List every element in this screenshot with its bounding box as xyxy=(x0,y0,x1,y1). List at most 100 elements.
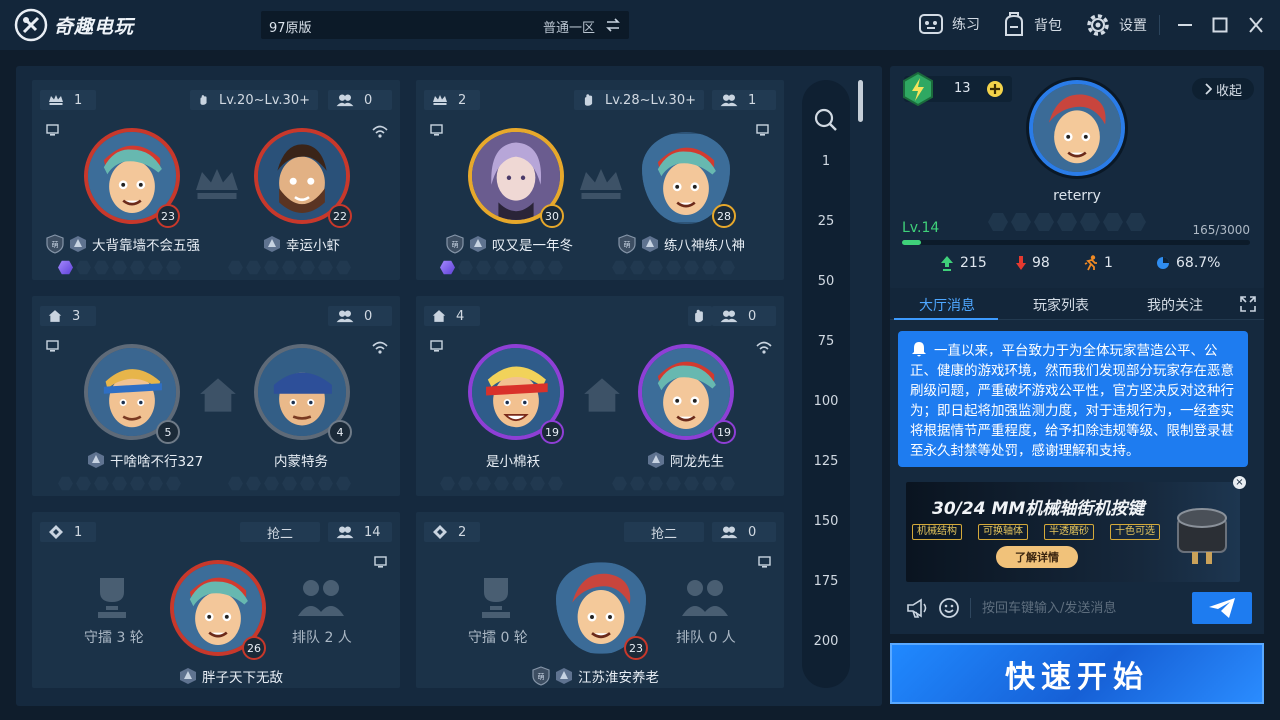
ad-title: 30/24 MM机械轴街机按键 xyxy=(932,499,1145,519)
tab-my-follows[interactable]: 我的关注 xyxy=(1147,295,1203,315)
search-icon[interactable] xyxy=(814,108,838,132)
energy-box: 13 xyxy=(903,72,1012,106)
player-name-row: 内蒙特务 xyxy=(274,450,328,470)
room-lobby: 1 Lv.20~Lv.30+ 0 23 22 大背靠墙不会五强 幸运小虾 2 L… xyxy=(16,66,882,706)
bag-label: 背包 xyxy=(1034,18,1062,34)
room-card[interactable]: 3 0 5 4 干啥啥不行327 内蒙特务 xyxy=(32,296,400,496)
tab-player-list[interactable]: 玩家列表 xyxy=(1033,295,1089,315)
exp-progress-fill xyxy=(902,240,922,245)
rank-icon xyxy=(642,236,658,252)
expand-icon[interactable] xyxy=(1240,296,1256,312)
house-icon xyxy=(200,378,236,412)
player-name-row: 叹又是一年冬 xyxy=(446,234,573,254)
system-notice: 一直以来，平台致力于为全体玩家营造公平、公正、健康的游戏环境，然而我们发现部分玩… xyxy=(898,331,1248,467)
settings-label: 设置 xyxy=(1119,18,1147,34)
chat-tabs: 大厅消息 玩家列表 我的关注 xyxy=(890,288,1264,320)
scrollbar-thumb[interactable] xyxy=(858,80,863,122)
ad-close-button[interactable]: × xyxy=(1233,476,1246,489)
minimize-icon[interactable] xyxy=(1177,15,1193,35)
room-header: 1 抢二 14 xyxy=(40,522,392,544)
server-selector[interactable]: 97原版 普通一区 xyxy=(261,11,629,39)
monitor-icon xyxy=(756,124,769,137)
energy-count: 13 xyxy=(954,81,971,96)
collapse-label: 收起 xyxy=(1215,83,1242,99)
room-card[interactable]: 2 Lv.28~Lv.30+ 1 30 28 叹又是一年冬 练八神练八神 xyxy=(416,80,784,280)
player-level-badge: 19 xyxy=(712,420,736,444)
wins-stat: 215 xyxy=(940,255,987,271)
rank-icon xyxy=(648,452,664,468)
close-icon[interactable] xyxy=(1248,15,1264,35)
server-zone: 普通一区 xyxy=(542,21,595,36)
level-filter-option[interactable]: 25 xyxy=(802,214,850,229)
send-button[interactable] xyxy=(1192,592,1252,624)
level-filter-option[interactable]: 50 xyxy=(802,274,850,289)
spectator-pill: 14 xyxy=(328,522,392,542)
monitor-icon xyxy=(46,124,59,137)
room-number: 2 xyxy=(458,524,467,540)
pie-icon xyxy=(1157,257,1169,269)
losses-stat: 98 xyxy=(1016,255,1050,271)
tab-lobby-messages[interactable]: 大厅消息 xyxy=(919,295,975,315)
quick-start-button[interactable]: 快速开始 xyxy=(890,643,1264,704)
chat-input[interactable] xyxy=(982,596,1182,620)
rank-icon xyxy=(70,236,86,252)
room-card[interactable]: 4 0 19 19 是小棉袄 阿龙先生 xyxy=(416,296,784,496)
ad-tag: 机械结构 xyxy=(912,524,962,540)
rank-icon xyxy=(470,236,486,252)
my-avatar[interactable] xyxy=(1029,80,1125,176)
level-filter-option[interactable]: 1 xyxy=(802,154,850,169)
player-level-badge: 30 xyxy=(540,204,564,228)
ad-learn-more-button[interactable]: 了解详情 xyxy=(996,546,1078,568)
my-level: Lv.14 xyxy=(902,220,940,236)
settings-button[interactable]: 设置 xyxy=(1085,12,1147,38)
monitor-icon xyxy=(430,124,443,137)
room-number-pill: 2 xyxy=(424,522,480,542)
ad-tag: 半透磨砂 xyxy=(1044,524,1094,540)
emoji-icon[interactable] xyxy=(938,597,960,619)
practice-button[interactable]: 练习 xyxy=(918,12,980,36)
level-filter-option[interactable]: 100 xyxy=(802,394,850,409)
input-divider xyxy=(970,598,971,618)
level-filter-option[interactable]: 200 xyxy=(802,634,850,649)
trophy-icon xyxy=(98,578,126,618)
app-logo: 奇趣电玩 xyxy=(14,8,134,42)
room-card[interactable]: 2 抢二 0 守擂 0 轮 23 排队 0 人 江苏淮安养老 xyxy=(416,512,784,688)
ad-banner[interactable]: 30/24 MM机械轴街机按键 机械结构 可换轴体 半透磨砂 十色可选 了解详情 xyxy=(906,482,1240,582)
level-filter-option[interactable]: 150 xyxy=(802,514,850,529)
megaphone-icon[interactable] xyxy=(906,598,928,618)
room-card[interactable]: 1 抢二 14 守擂 3 轮 26 排队 2 人 胖子天下无敌 xyxy=(32,512,400,688)
player-level-badge: 23 xyxy=(156,204,180,228)
spectator-count: 0 xyxy=(364,308,373,324)
crown-icon xyxy=(433,95,447,105)
ad-tag: 十色可选 xyxy=(1110,524,1160,540)
badge-row xyxy=(58,476,181,491)
add-energy-icon[interactable] xyxy=(986,80,1004,98)
ad-tag: 可换轴体 xyxy=(978,524,1028,540)
level-filter-option[interactable]: 75 xyxy=(802,334,850,349)
swap-icon[interactable] xyxy=(605,17,621,33)
rank-icon xyxy=(264,236,280,252)
player-name: 阿龙先生 xyxy=(670,454,724,470)
room-header: 2 Lv.28~Lv.30+ 1 xyxy=(424,90,776,112)
room-card[interactable]: 1 Lv.20~Lv.30+ 0 23 22 大背靠墙不会五强 幸运小虾 xyxy=(32,80,400,280)
trophy-icon xyxy=(482,578,510,618)
level-range: Lv.28~Lv.30+ xyxy=(605,92,696,108)
shield-icon xyxy=(532,666,550,686)
room-header: 1 Lv.20~Lv.30+ 0 xyxy=(40,90,392,112)
room-mode: 抢二 xyxy=(650,526,677,542)
player-name-row: 胖子天下无敌 xyxy=(180,666,283,686)
player-name: 叹又是一年冬 xyxy=(492,238,573,254)
diamond-icon xyxy=(433,525,447,539)
level-filter-option[interactable]: 125 xyxy=(802,454,850,469)
bag-button[interactable]: 背包 xyxy=(1002,12,1062,38)
player-name: 内蒙特务 xyxy=(274,454,328,470)
logo-icon xyxy=(14,8,48,42)
active-tab-indicator xyxy=(894,318,998,320)
collapse-button[interactable]: 收起 xyxy=(1192,78,1254,100)
escapes-count: 1 xyxy=(1104,255,1113,271)
wins-count: 215 xyxy=(960,255,987,271)
level-filter-option[interactable]: 175 xyxy=(802,574,850,589)
player-name: 干啥啥不行327 xyxy=(110,454,204,470)
maximize-icon[interactable] xyxy=(1212,15,1228,35)
room-number-pill: 1 xyxy=(40,90,96,110)
